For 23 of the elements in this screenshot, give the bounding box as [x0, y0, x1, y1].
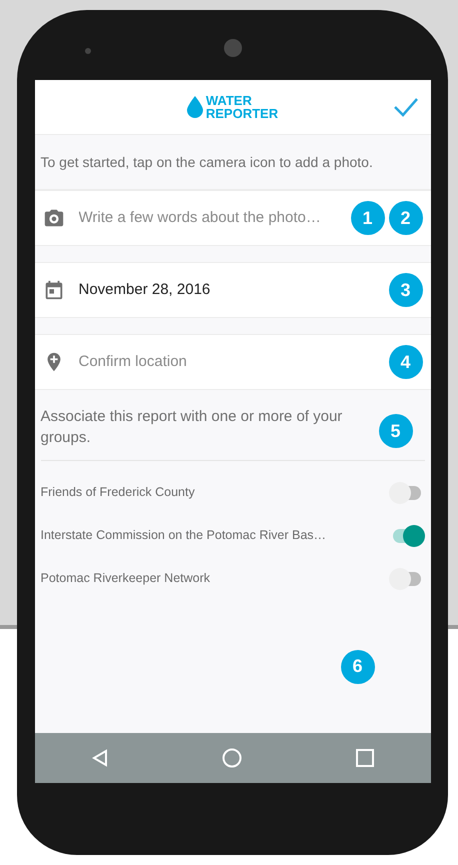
camera-icon[interactable]	[42, 207, 64, 229]
group-name: Potomac Riverkeeper Network	[40, 570, 210, 588]
group-name: Interstate Commission on the Potomac River Bas…	[40, 527, 326, 544]
logo-text: REPORTER	[206, 107, 278, 120]
recents-icon[interactable]	[356, 749, 374, 767]
front-camera	[224, 39, 242, 57]
number-badge: 4	[388, 345, 422, 379]
number-badge: 3	[388, 273, 422, 307]
number-badge: 1	[350, 201, 384, 235]
home-icon[interactable]	[222, 748, 242, 768]
groups-prompt: Associate this report with one or more of your groups.	[40, 407, 344, 448]
check-icon[interactable]	[392, 97, 418, 117]
number-badge: 5	[378, 414, 412, 448]
instruction-text: To get started, tap on the camera icon to add a photo.	[40, 152, 373, 172]
number-badge: 6	[340, 650, 374, 684]
text-field[interactable]: Confirm location	[78, 350, 318, 374]
group-name: Friends of Frederick County	[40, 484, 195, 502]
number-badge: 2	[388, 201, 422, 235]
water-drop-icon	[186, 96, 203, 118]
text-field[interactable]: Write a few words about the photo…	[78, 206, 318, 230]
back-icon[interactable]	[91, 749, 110, 767]
date-field[interactable]: November 28, 2016	[78, 278, 210, 302]
logo-text: WATER	[206, 94, 253, 107]
